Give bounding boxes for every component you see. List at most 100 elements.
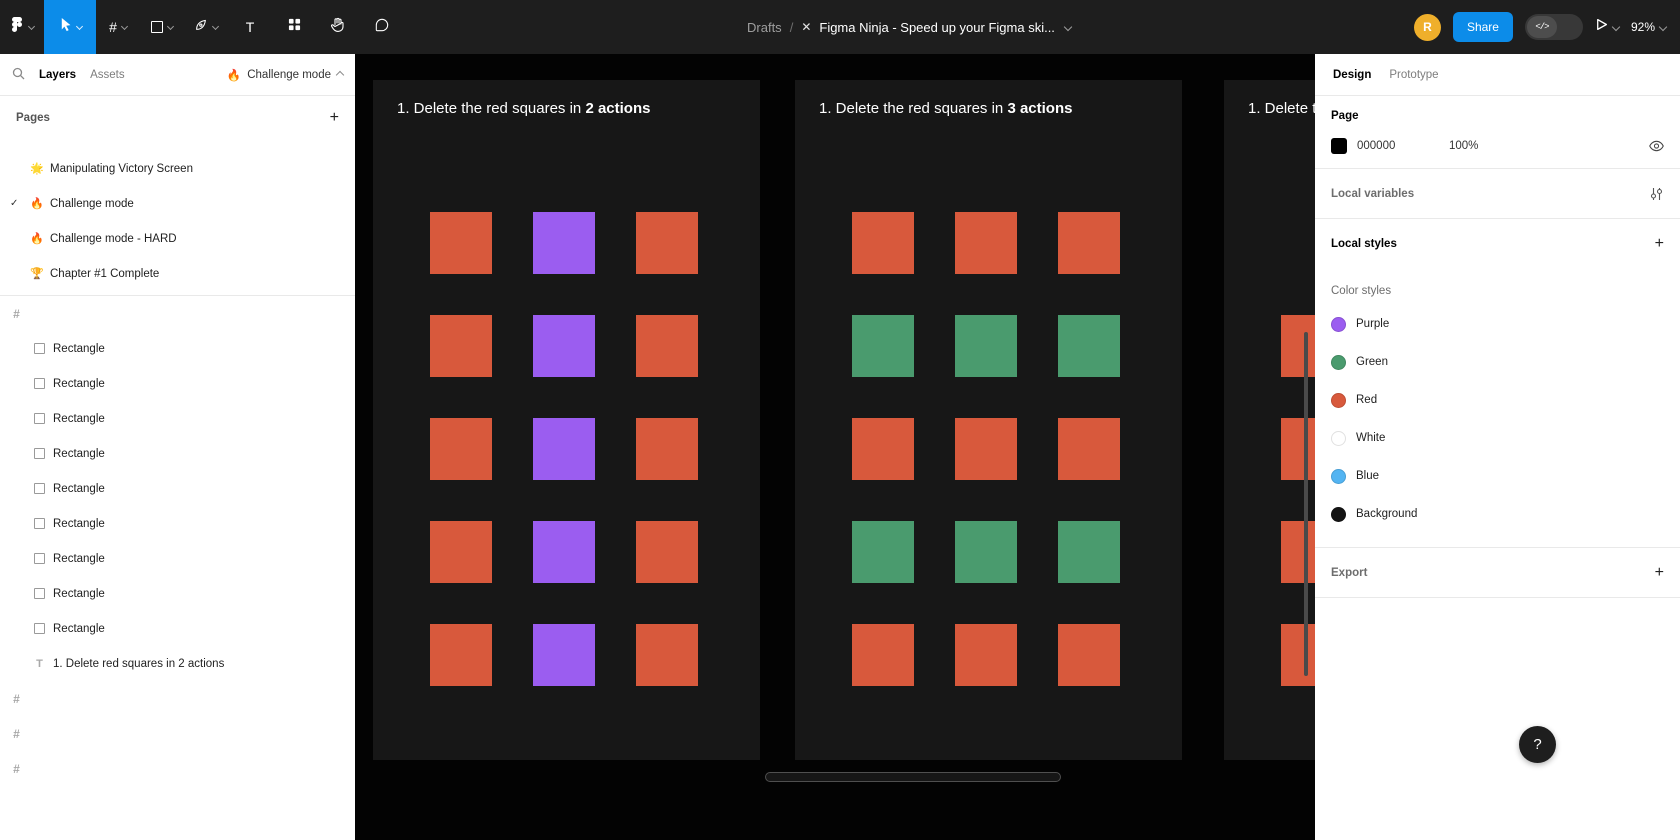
color-style-red[interactable]: Red bbox=[1331, 381, 1664, 419]
add-export-button[interactable]: + bbox=[1655, 565, 1664, 581]
avatar[interactable]: R bbox=[1414, 14, 1441, 41]
color-style-purple[interactable]: Purple bbox=[1331, 305, 1664, 343]
share-button[interactable]: Share bbox=[1453, 12, 1513, 42]
canvas-square-green[interactable] bbox=[955, 521, 1017, 583]
canvas-square-red[interactable] bbox=[1281, 418, 1315, 480]
chevron-down-icon[interactable] bbox=[121, 22, 128, 29]
local-variables-section[interactable]: Local variables bbox=[1315, 169, 1680, 219]
frame-title[interactable]: 1. Delete the red squares in 3 actions bbox=[819, 100, 1072, 117]
page-item[interactable]: 🌟 Manipulating Victory Screen bbox=[0, 151, 355, 186]
page-item[interactable]: 🏆 Chapter #1 Complete bbox=[0, 256, 355, 291]
page-item-selected[interactable]: ✓ 🔥 Challenge mode bbox=[0, 186, 355, 221]
layer-rectangle[interactable]: Rectangle bbox=[0, 471, 355, 506]
canvas-square-red[interactable] bbox=[430, 521, 492, 583]
layer-rectangle[interactable]: Rectangle bbox=[0, 436, 355, 471]
tab-prototype[interactable]: Prototype bbox=[1389, 69, 1438, 81]
canvas-square-red[interactable] bbox=[1281, 624, 1315, 686]
canvas-square-red[interactable] bbox=[430, 315, 492, 377]
canvas-square-red[interactable] bbox=[636, 521, 698, 583]
hand-tool-button[interactable] bbox=[316, 0, 360, 54]
layer-rectangle[interactable]: Rectangle bbox=[0, 541, 355, 576]
frame-title[interactable]: 1. Delete the red squares in 2 actions bbox=[397, 100, 650, 117]
canvas-square-purple[interactable] bbox=[533, 315, 595, 377]
vertical-scrollbar[interactable] bbox=[1304, 332, 1308, 676]
tab-design[interactable]: Design bbox=[1333, 69, 1371, 81]
canvas-square-red[interactable] bbox=[852, 212, 914, 274]
layer-frame[interactable]: # bbox=[0, 296, 355, 331]
move-tool-button[interactable] bbox=[44, 0, 96, 54]
canvas-square-red[interactable] bbox=[1281, 315, 1315, 377]
layer-text[interactable]: T 1. Delete red squares in 2 actions bbox=[0, 646, 355, 681]
tab-assets[interactable]: Assets bbox=[90, 69, 125, 81]
tab-layers[interactable]: Layers bbox=[39, 69, 76, 81]
canvas-square-red[interactable] bbox=[1281, 521, 1315, 583]
canvas-square-red[interactable] bbox=[430, 418, 492, 480]
canvas[interactable]: 1. Delete the red squares in 2 actions 1… bbox=[355, 54, 1315, 840]
canvas-square-red[interactable] bbox=[636, 212, 698, 274]
color-swatch[interactable] bbox=[1331, 138, 1347, 154]
canvas-square-purple[interactable] bbox=[533, 212, 595, 274]
search-icon[interactable] bbox=[12, 67, 25, 83]
frame-2-actions[interactable]: 1. Delete the red squares in 2 actions bbox=[373, 80, 760, 760]
canvas-square-purple[interactable] bbox=[533, 624, 595, 686]
shape-tool-button[interactable] bbox=[140, 0, 184, 54]
canvas-square-red[interactable] bbox=[852, 418, 914, 480]
color-style-blue[interactable]: Blue bbox=[1331, 457, 1664, 495]
layer-rectangle[interactable]: Rectangle bbox=[0, 611, 355, 646]
pen-tool-button[interactable] bbox=[184, 0, 228, 54]
zoom-menu[interactable]: 92% bbox=[1631, 20, 1666, 34]
page-item[interactable]: Level 10 - Simple Movement bbox=[0, 140, 355, 151]
canvas-square-red[interactable] bbox=[1058, 212, 1120, 274]
layer-rectangle[interactable]: Rectangle bbox=[0, 401, 355, 436]
main-menu-button[interactable] bbox=[0, 0, 44, 54]
canvas-square-red[interactable] bbox=[852, 624, 914, 686]
canvas-square-green[interactable] bbox=[955, 315, 1017, 377]
dev-mode-toggle[interactable]: </> bbox=[1525, 14, 1583, 40]
project-name[interactable]: Drafts bbox=[747, 20, 782, 35]
horizontal-scrollbar[interactable] bbox=[765, 772, 1061, 782]
variables-sliders-icon[interactable] bbox=[1649, 187, 1664, 201]
canvas-square-red[interactable] bbox=[955, 624, 1017, 686]
canvas-square-green[interactable] bbox=[852, 315, 914, 377]
canvas-square-red[interactable] bbox=[955, 212, 1017, 274]
color-style-green[interactable]: Green bbox=[1331, 343, 1664, 381]
color-style-background[interactable]: Background bbox=[1331, 495, 1664, 533]
canvas-square-red[interactable] bbox=[955, 418, 1017, 480]
current-page-selector[interactable]: 🔥 Challenge mode bbox=[227, 68, 343, 82]
help-button[interactable]: ? bbox=[1519, 726, 1556, 763]
canvas-square-red[interactable] bbox=[636, 315, 698, 377]
layer-rectangle[interactable]: Rectangle bbox=[0, 506, 355, 541]
text-tool-button[interactable]: T bbox=[228, 0, 272, 54]
page-color-opacity[interactable]: 100% bbox=[1449, 140, 1478, 152]
frame-3-actions[interactable]: 1. Delete the red squares in 3 actions bbox=[795, 80, 1182, 760]
frame-title[interactable]: 1. Delete t bbox=[1248, 100, 1315, 117]
layer-rectangle[interactable]: Rectangle bbox=[0, 331, 355, 366]
chevron-down-icon[interactable] bbox=[1612, 23, 1620, 31]
canvas-square-red[interactable] bbox=[1058, 418, 1120, 480]
frame-partial[interactable]: 1. Delete t bbox=[1224, 80, 1315, 760]
present-button[interactable] bbox=[1595, 18, 1619, 36]
canvas-square-green[interactable] bbox=[852, 521, 914, 583]
file-name[interactable]: Figma Ninja - Speed up your Figma ski... bbox=[819, 20, 1055, 35]
canvas-square-green[interactable] bbox=[1058, 315, 1120, 377]
chevron-down-icon[interactable] bbox=[212, 22, 219, 29]
layer-frame[interactable]: # bbox=[0, 716, 355, 751]
layer-rectangle[interactable]: Rectangle bbox=[0, 576, 355, 611]
file-menu-chevron-icon[interactable] bbox=[1064, 23, 1072, 31]
chevron-down-icon[interactable] bbox=[75, 22, 82, 29]
comment-tool-button[interactable] bbox=[360, 0, 404, 54]
page-item[interactable]: 🔥 Challenge mode - HARD bbox=[0, 221, 355, 256]
visibility-eye-icon[interactable] bbox=[1649, 140, 1664, 152]
add-page-button[interactable]: + bbox=[330, 110, 339, 126]
chevron-down-icon[interactable] bbox=[167, 22, 174, 29]
add-style-button[interactable]: + bbox=[1655, 236, 1664, 252]
layer-frame[interactable]: # bbox=[0, 751, 355, 786]
canvas-square-red[interactable] bbox=[1058, 624, 1120, 686]
canvas-square-red[interactable] bbox=[636, 418, 698, 480]
actions-tool-button[interactable] bbox=[272, 0, 316, 54]
page-color-hex[interactable]: 000000 bbox=[1357, 140, 1421, 152]
color-style-white[interactable]: White bbox=[1331, 419, 1664, 457]
canvas-square-purple[interactable] bbox=[533, 521, 595, 583]
layer-rectangle[interactable]: Rectangle bbox=[0, 366, 355, 401]
canvas-square-purple[interactable] bbox=[533, 418, 595, 480]
